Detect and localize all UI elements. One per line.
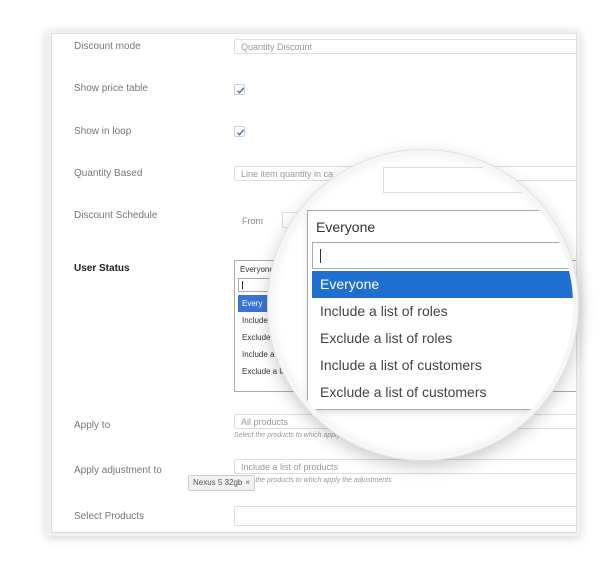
show-price-table-label: Show price table: [74, 83, 148, 94]
discount-mode-label: Discount mode: [74, 41, 141, 52]
text-cursor: [320, 249, 321, 263]
apply-to-label: Apply to: [74, 420, 111, 431]
user-status-current: Everyone: [240, 265, 274, 274]
dropdown-option-exclude-customers[interactable]: Exclude a list of customers: [312, 379, 573, 406]
discount-schedule-label: Discount Schedule: [74, 210, 158, 221]
apply-to-hint: Select the products to which apply: [234, 432, 341, 439]
magnifier-lens: Everyone Everyone Include a list of role…: [268, 150, 578, 460]
dropdown-current-value: Everyone: [316, 219, 376, 235]
dropdown-option-include-customers[interactable]: Include a list of customers: [312, 352, 573, 379]
product-tag-label: Nexus 5 32gb: [193, 478, 243, 487]
quantity-based-label: Quantity Based: [74, 168, 143, 179]
user-status-label: User Status: [74, 263, 130, 274]
checkmark-icon: [237, 87, 245, 94]
select-products-input[interactable]: [234, 506, 576, 526]
show-in-loop-label: Show in loop: [74, 126, 132, 137]
product-tag: Nexus 5 32gb ×: [188, 475, 256, 491]
from-label: From: [242, 216, 263, 226]
user-status-dropdown-zoomed[interactable]: Everyone Everyone Include a list of role…: [307, 210, 573, 410]
apply-adjustment-to-label: Apply adjustment to: [74, 465, 162, 476]
dropdown-option-everyone[interactable]: Everyone: [312, 271, 573, 298]
magnified-background-field: [383, 167, 573, 193]
discount-mode-select[interactable]: Quantity Discount: [234, 39, 576, 54]
select-products-label: Select Products: [74, 511, 145, 522]
show-price-table-checkbox[interactable]: [234, 84, 245, 95]
close-icon[interactable]: ×: [245, 478, 250, 487]
checkmark-icon: [237, 129, 245, 136]
dropdown-option-exclude-roles[interactable]: Exclude a list of roles: [312, 325, 573, 352]
apply-adjustment-to-hint: Select the products to which apply the a…: [234, 477, 392, 484]
dropdown-option-include-roles[interactable]: Include a list of roles: [312, 298, 573, 325]
show-in-loop-checkbox[interactable]: [234, 126, 245, 137]
apply-adjustment-to-select[interactable]: Include a list of products: [234, 459, 576, 474]
dropdown-search-input[interactable]: [312, 242, 573, 269]
